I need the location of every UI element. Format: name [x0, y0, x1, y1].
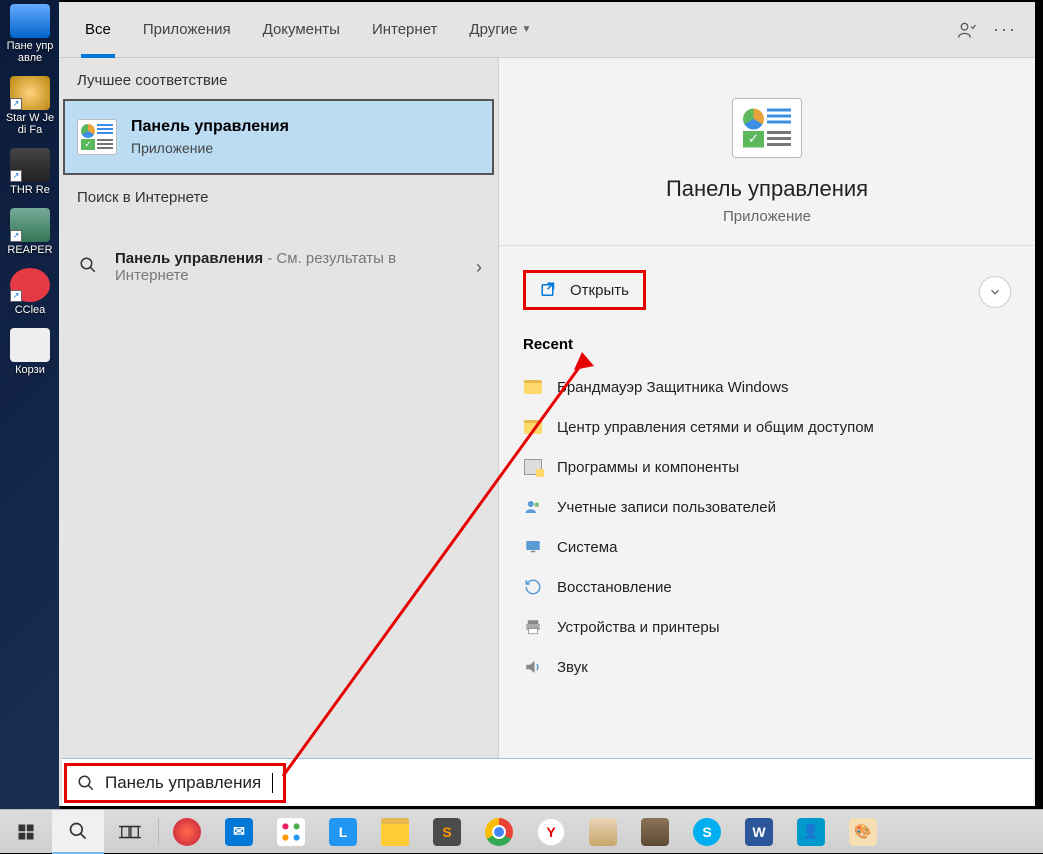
open-button[interactable]: Открыть	[523, 270, 646, 310]
desktop-icon-label: Пане управле	[4, 40, 56, 64]
web-search-item[interactable]: Панель управления - См. результаты в Инт…	[59, 238, 498, 296]
recent-item[interactable]: Восстановление	[523, 567, 1011, 607]
recent-item-label: Восстановление	[557, 579, 672, 596]
desktop-icon[interactable]: ↗REAPER	[4, 208, 56, 256]
search-tabs: Все Приложения Документы Интернет Другие…	[59, 2, 1035, 58]
best-match-heading: Лучшее соответствие	[59, 58, 498, 99]
control-panel-icon: ✓	[77, 119, 117, 155]
folder-icon	[523, 377, 543, 397]
recent-item[interactable]: Брандмауэр Защитника Windows	[523, 367, 1011, 407]
tab-more-label: Другие	[469, 21, 517, 38]
recent-item-label: Звук	[557, 659, 588, 676]
desktop-icon[interactable]: Пане управле	[4, 4, 56, 64]
details-pane: ✓ Панель управления Приложение Открыть R…	[499, 58, 1035, 806]
recent-heading: Recent	[523, 336, 1011, 353]
recent-item-label: Учетные записи пользователей	[557, 499, 776, 516]
recent-item-label: Система	[557, 539, 617, 556]
feedback-icon[interactable]	[957, 20, 977, 40]
taskbar-app-mail[interactable]: ✉	[213, 810, 265, 854]
taskbar-app-sublime[interactable]: S	[421, 810, 473, 854]
recent-item[interactable]: Учетные записи пользователей	[523, 487, 1011, 527]
taskbar-search-button[interactable]	[52, 810, 104, 854]
desktop-icon-label: THR Re	[4, 184, 56, 196]
start-button[interactable]	[0, 810, 52, 854]
more-options-icon[interactable]: ···	[995, 20, 1015, 40]
desktop-icon-label: Корзи	[4, 364, 56, 376]
recent-item[interactable]: Звук	[523, 647, 1011, 687]
tab-apps[interactable]: Приложения	[127, 2, 247, 58]
recent-item[interactable]: Центр управления сетями и общим доступом	[523, 407, 1011, 447]
taskbar-app-app-colorful[interactable]	[265, 810, 317, 854]
desktop-icon-label: CClea	[4, 304, 56, 316]
taskbar-app-chrome[interactable]	[473, 810, 525, 854]
desktop-icon[interactable]: ↗THR Re	[4, 148, 56, 196]
taskbar-app-yandex[interactable]: Y	[525, 810, 577, 854]
recent-item-label: Брандмауэр Защитника Windows	[557, 379, 788, 396]
recent-item-label: Программы и компоненты	[557, 459, 739, 476]
open-button-label: Открыть	[570, 282, 629, 299]
recent-item[interactable]: Устройства и принтеры	[523, 607, 1011, 647]
recent-item-label: Устройства и принтеры	[557, 619, 719, 636]
search-icon	[68, 821, 88, 841]
details-subtitle: Приложение	[519, 208, 1015, 225]
desktop-icon[interactable]: Корзи	[4, 328, 56, 376]
system-icon	[523, 537, 543, 557]
recovery-icon	[523, 577, 543, 597]
tab-documents[interactable]: Документы	[247, 2, 356, 58]
desktop-background: Пане управле ↗Star W Jedi Fa ↗THR Re ↗RE…	[0, 0, 60, 853]
search-panel: Все Приложения Документы Интернет Другие…	[59, 2, 1035, 806]
taskbar-app-skype[interactable]: S	[681, 810, 733, 854]
task-view-icon	[119, 821, 141, 843]
taskbar-app-librera[interactable]: L	[317, 810, 369, 854]
web-search-heading: Поиск в Интернете	[59, 175, 498, 216]
desktop-icon-label: REAPER	[4, 244, 56, 256]
search-icon	[75, 256, 101, 279]
recent-item[interactable]: Система	[523, 527, 1011, 567]
taskbar-app-word[interactable]: W	[733, 810, 785, 854]
tab-web[interactable]: Интернет	[356, 2, 453, 58]
programs-icon	[523, 457, 543, 477]
recent-section: Recent Брандмауэр Защитника Windows Центр…	[499, 310, 1035, 687]
search-icon	[77, 774, 95, 792]
task-view-button[interactable]	[104, 810, 156, 854]
search-input-value: Панель управления	[105, 773, 261, 793]
chevron-right-icon: ›	[476, 257, 482, 278]
best-match-item[interactable]: ✓ Панель управления Приложение	[63, 99, 494, 175]
control-panel-icon: ✓	[732, 98, 802, 158]
desktop-icon[interactable]: ↗Star W Jedi Fa	[4, 76, 56, 136]
details-title: Панель управления	[519, 176, 1015, 202]
best-match-subtitle: Приложение	[131, 140, 289, 156]
expand-button[interactable]	[979, 276, 1011, 308]
search-input[interactable]: Панель управления	[64, 763, 286, 803]
taskbar-app-contacts[interactable]: 👤	[785, 810, 837, 854]
windows-icon	[17, 823, 35, 841]
web-search-query: Панель управления	[115, 250, 263, 267]
search-bar: Панель управления	[62, 758, 1033, 806]
chevron-down-icon: ▼	[521, 24, 531, 35]
open-in-new-icon	[540, 281, 558, 299]
taskbar-app-media-app[interactable]	[629, 810, 681, 854]
recent-item-label: Центр управления сетями и общим доступом	[557, 419, 874, 436]
best-match-title: Панель управления	[131, 118, 289, 136]
tab-more[interactable]: Другие ▼	[453, 2, 547, 58]
printer-icon	[523, 617, 543, 637]
taskbar-app-paint[interactable]: 🎨	[837, 810, 889, 854]
folder-icon	[523, 417, 543, 437]
desktop-icon[interactable]: ↗CClea	[4, 268, 56, 316]
chevron-down-icon	[988, 285, 1002, 299]
results-list: Лучшее соответствие ✓ Панель управления …	[59, 58, 499, 806]
taskbar-app-opera[interactable]	[161, 810, 213, 854]
taskbar-app-explorer[interactable]	[369, 810, 421, 854]
sound-icon	[523, 657, 543, 677]
taskbar-app-settings-app[interactable]	[577, 810, 629, 854]
users-icon	[523, 497, 543, 517]
tab-all[interactable]: Все	[69, 2, 127, 58]
recent-item[interactable]: Программы и компоненты	[523, 447, 1011, 487]
taskbar: ✉LSYSW👤🎨	[0, 809, 1043, 853]
desktop-icon-label: Star W Jedi Fa	[4, 112, 56, 136]
